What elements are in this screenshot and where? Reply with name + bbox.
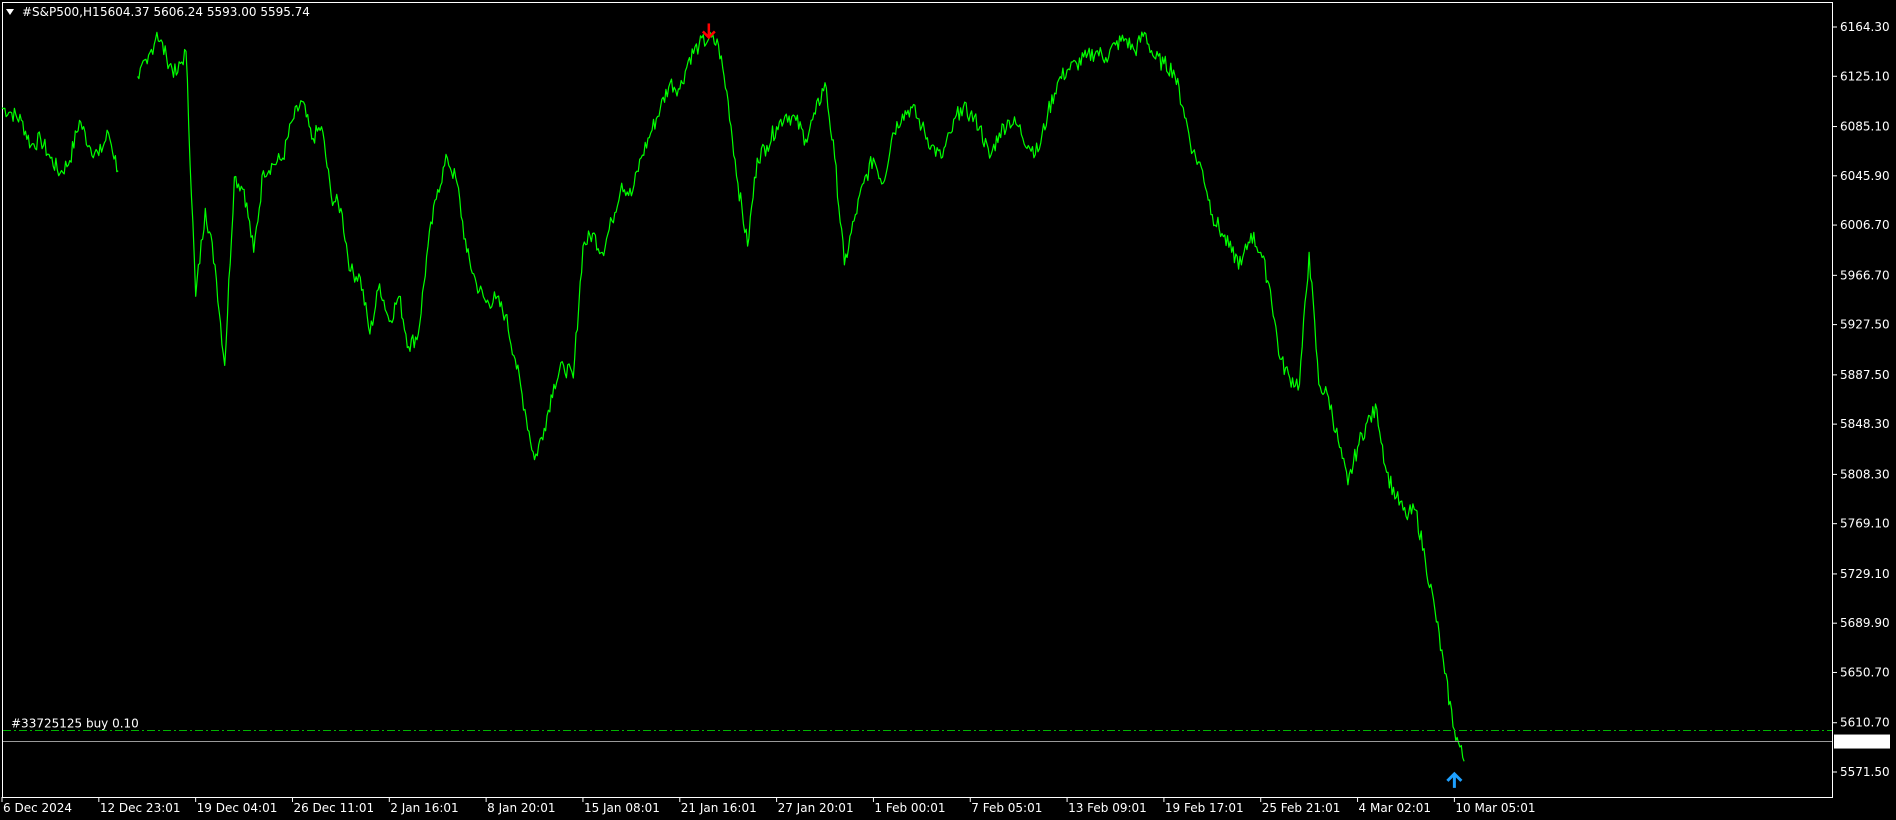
x-tick-label: 25 Feb 21:01 [1262, 801, 1341, 815]
x-tick-label: 21 Jan 16:01 [681, 801, 757, 815]
y-tick-label: 5610.70 [1840, 716, 1890, 730]
x-tick-label: 7 Feb 05:01 [971, 801, 1042, 815]
y-tick-label: 5769.10 [1840, 517, 1890, 531]
chart-window[interactable]: #S&P500,H1 5604.37 5606.24 5593.00 5595.… [0, 0, 1896, 820]
y-tick-label: 5927.50 [1840, 318, 1890, 332]
x-tick-label: 10 Mar 05:01 [1455, 801, 1535, 815]
x-tick-label: 8 Jan 20:01 [487, 801, 555, 815]
order-line-label: #33725125 buy 0.10 [11, 717, 139, 731]
y-tick-label: 5729.10 [1840, 567, 1890, 581]
y-tick-label: 5848.30 [1840, 417, 1890, 431]
x-tick-label: 12 Dec 23:01 [100, 801, 181, 815]
x-tick-label: 2 Jan 16:01 [390, 801, 458, 815]
symbol-label: #S&P500,H1 [22, 5, 100, 19]
price-chart[interactable]: #S&P500,H1 5604.37 5606.24 5593.00 5595.… [0, 0, 1896, 820]
y-tick-label: 5689.90 [1840, 616, 1890, 630]
x-tick-label: 13 Feb 09:01 [1068, 801, 1147, 815]
x-tick-label: 1 Feb 00:01 [874, 801, 945, 815]
chart-header: #S&P500,H1 5604.37 5606.24 5593.00 5595.… [6, 5, 310, 19]
y-tick-label: 6006.70 [1840, 218, 1890, 232]
x-tick-label: 15 Jan 08:01 [584, 801, 660, 815]
ohlc-readout: 5604.37 5606.24 5593.00 5595.74 [100, 5, 310, 19]
y-tick-label: 5650.70 [1840, 665, 1890, 679]
y-tick-label: 5571.50 [1840, 765, 1890, 779]
y-tick-label: 5808.30 [1840, 467, 1890, 481]
y-tick-label: 6045.90 [1840, 169, 1890, 183]
x-tick-label: 19 Feb 17:01 [1165, 801, 1244, 815]
y-tick-label: 5966.70 [1840, 268, 1890, 282]
x-tick-label: 27 Jan 20:01 [778, 801, 854, 815]
chart-background [0, 0, 1896, 820]
y-tick-label: 5887.50 [1840, 368, 1890, 382]
x-tick-label: 26 Dec 11:01 [293, 801, 374, 815]
x-tick-label: 19 Dec 04:01 [197, 801, 278, 815]
x-tick-label: 6 Dec 2024 [3, 801, 72, 815]
y-tick-label: 6125.10 [1840, 69, 1890, 83]
bid-price-label: 5595.74 [1837, 735, 1887, 749]
y-tick-label: 6085.10 [1840, 120, 1890, 134]
x-tick-label: 4 Mar 02:01 [1359, 801, 1432, 815]
y-tick-label: 6164.30 [1840, 20, 1890, 34]
